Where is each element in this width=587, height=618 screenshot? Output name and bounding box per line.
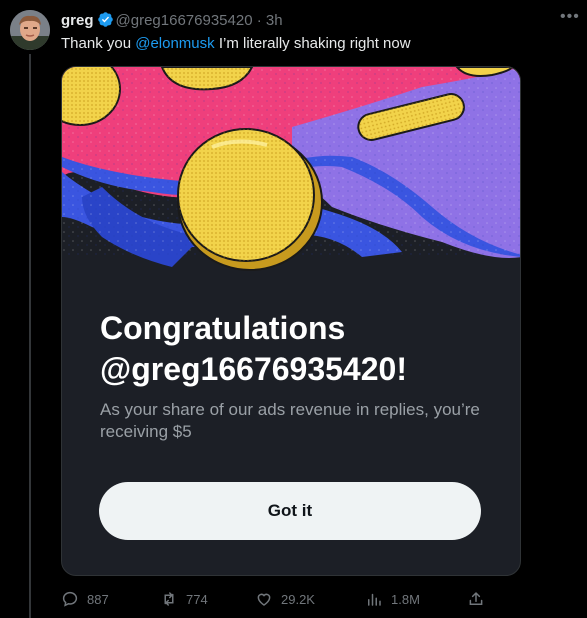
- reply-icon: [62, 591, 78, 607]
- avatar-image: [10, 10, 50, 50]
- like-count: 29.2K: [281, 591, 315, 607]
- repost-action[interactable]: 774: [160, 590, 208, 608]
- more-icon[interactable]: •••: [560, 8, 580, 26]
- got-it-button[interactable]: Got it: [99, 482, 481, 540]
- action-bar: 887 774 29.2K 1.8M: [61, 590, 521, 610]
- views-count: 1.8M: [391, 591, 420, 607]
- reply-action[interactable]: 887: [61, 590, 109, 608]
- views-action[interactable]: 1.8M: [365, 590, 420, 608]
- card-subtitle: As your share of our ads revenue in repl…: [100, 400, 480, 441]
- card-title-line2: @greg16676935420!: [100, 351, 407, 387]
- timestamp[interactable]: 3h: [266, 12, 283, 29]
- coins-illustration: [62, 67, 520, 307]
- share-action[interactable]: [467, 590, 493, 608]
- repost-count: 774: [186, 591, 208, 607]
- verified-icon: [97, 11, 114, 28]
- avatar[interactable]: [10, 10, 50, 50]
- repost-icon: [164, 592, 174, 606]
- tweet-text-after: I’m literally shaking right now: [214, 35, 411, 52]
- separator-dot: ·: [256, 12, 262, 29]
- views-icon: [368, 593, 381, 606]
- card-title: Congratulations @greg16676935420!: [100, 308, 500, 390]
- share-icon: [469, 591, 483, 605]
- card-title-line1: Congratulations: [100, 310, 346, 346]
- display-name[interactable]: greg: [61, 12, 94, 29]
- like-icon: [257, 593, 271, 606]
- tweet-text-before: Thank you: [61, 35, 136, 52]
- like-action[interactable]: 29.2K: [255, 590, 315, 608]
- reply-count: 887: [87, 591, 109, 607]
- thread-line: [29, 54, 31, 618]
- tweet-header: greg @greg16676935420 · 3h: [61, 11, 283, 30]
- tweet-text: Thank you @elonmusk I’m literally shakin…: [61, 35, 411, 53]
- handle[interactable]: @greg16676935420: [116, 12, 253, 29]
- media-card[interactable]: Congratulations @greg16676935420! As you…: [61, 66, 521, 576]
- mention-link[interactable]: @elonmusk: [135, 35, 214, 52]
